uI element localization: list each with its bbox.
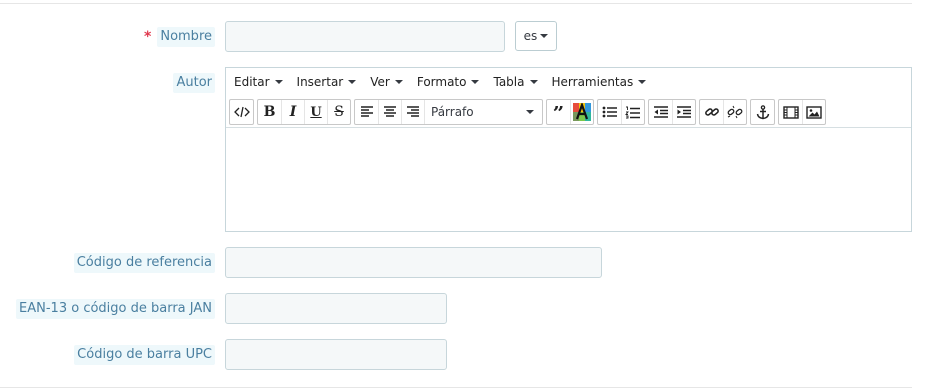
upc-label: Código de barra UPC [74,345,215,365]
toolbar-group-lists [597,99,645,125]
underline-icon[interactable]: U [304,100,327,124]
toolbar-group-quote-color: ” [546,99,594,125]
chevron-down-icon [638,80,647,84]
menu-ver[interactable]: Ver [370,75,403,89]
nombre-input[interactable] [225,21,505,52]
chevron-down-icon [529,80,538,84]
menu-label: Ver [370,75,390,89]
toolbar-group-code [229,99,254,125]
toolbar-group-links [699,99,747,125]
blockquote-icon[interactable]: ” [547,100,570,124]
toolbar-group-indent [648,99,696,125]
bottom-divider [0,387,912,388]
align-right-icon[interactable] [401,100,424,124]
chevron-down-icon [274,80,283,84]
editor-content-area[interactable] [226,128,911,231]
menu-label: Insertar [296,75,344,89]
toolbar-group-anchor [750,99,775,125]
editor-toolbar: B I U S Párrafo ” [226,97,911,128]
nombre-label: Nombre [157,27,215,47]
editor-menubar: Editar Insertar Ver Formato Tabla Herram… [226,68,911,96]
menu-tabla[interactable]: Tabla [493,75,538,89]
text-color-icon[interactable] [570,100,593,124]
anchor-icon[interactable] [751,100,774,124]
ean13-input[interactable] [225,293,447,324]
toolbar-group-text-style: B I U S [257,99,351,125]
align-left-icon[interactable] [355,100,378,124]
menu-formato[interactable]: Formato [417,75,480,89]
align-center-icon[interactable] [378,100,401,124]
toolbar-group-media [778,99,826,125]
outdent-icon[interactable] [649,100,672,124]
ean13-label: EAN-13 o código de barra JAN [16,299,215,319]
codigo-referencia-label-group: Código de referencia [73,253,215,273]
chevron-down-icon [540,34,549,38]
image-icon[interactable] [802,100,825,124]
chevron-down-icon [348,80,357,84]
ean13-label-group: EAN-13 o código de barra JAN [16,299,215,319]
strikethrough-icon[interactable]: S [327,100,350,124]
link-icon[interactable] [700,100,723,124]
upc-input[interactable] [225,339,447,370]
upc-label-group: Código de barra UPC [74,345,215,365]
language-code: es [523,29,538,43]
menu-herramientas[interactable]: Herramientas [552,75,647,89]
chevron-down-icon [471,80,480,84]
menu-label: Editar [234,75,270,89]
menu-editar[interactable]: Editar [234,75,283,89]
bullet-list-icon[interactable] [598,100,621,124]
media-icon[interactable] [779,100,802,124]
chevron-down-icon [394,80,403,84]
required-marker: * [144,29,152,45]
codigo-referencia-input[interactable] [225,247,602,278]
menu-insertar[interactable]: Insertar [297,75,357,89]
rich-text-editor: Editar Insertar Ver Formato Tabla Herram… [225,67,912,232]
bold-icon[interactable]: B [258,100,281,124]
language-dropdown-button[interactable]: es [515,21,557,51]
codigo-referencia-label: Código de referencia [73,253,215,273]
unlink-icon[interactable] [723,100,746,124]
italic-icon[interactable]: I [281,100,304,124]
menu-label: Herramientas [551,75,634,89]
indent-icon[interactable] [672,100,695,124]
chevron-down-icon [526,110,534,114]
toolbar-group-align-format: Párrafo [354,99,543,125]
menu-label: Tabla [493,75,525,89]
autor-label: Autor [173,73,215,93]
format-select-value: Párrafo [431,105,474,119]
source-code-icon[interactable] [230,100,253,124]
nombre-label-group: * Nombre [144,27,215,47]
autor-label-group: Autor [173,73,215,93]
format-select[interactable]: Párrafo [424,100,542,124]
top-divider [0,3,912,4]
numbered-list-icon[interactable] [621,100,644,124]
menu-label: Formato [416,75,467,89]
